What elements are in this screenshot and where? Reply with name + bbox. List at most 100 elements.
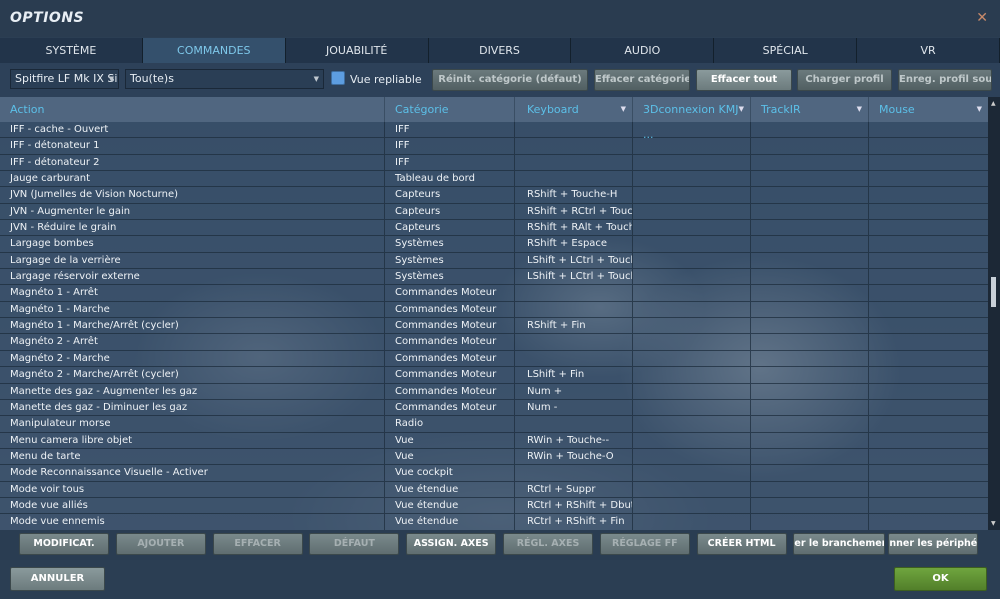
cell-trackir[interactable]: [751, 448, 869, 465]
vertical-scrollbar[interactable]: ▲ ▼: [988, 97, 1000, 530]
cell-action[interactable]: Magnéto 2 - Marche: [0, 350, 385, 367]
clear-category-button[interactable]: Effacer catégorie: [594, 69, 690, 91]
table-row[interactable]: Magnéto 1 - Marche Commandes Moteur: [0, 301, 988, 319]
default-button[interactable]: DÉFAUT: [309, 533, 400, 555]
cell-category[interactable]: Commandes Moteur: [385, 399, 515, 416]
cell-action[interactable]: Mode Reconnaissance Visuelle - Activer: [0, 465, 385, 481]
cell-3dconnexion[interactable]: [633, 432, 751, 448]
column-header-3dconnexion[interactable]: 3Dconnexion KMJ ... ▼: [633, 97, 751, 141]
column-header-mouse[interactable]: Mouse ▼: [869, 97, 988, 122]
cell-action[interactable]: Magnéto 1 - Marche: [0, 301, 385, 318]
category-filter-select[interactable]: Tou(te)s ▼: [125, 69, 324, 89]
add-button[interactable]: AJOUTER: [115, 533, 206, 555]
cell-category[interactable]: IFF: [385, 138, 515, 154]
table-row[interactable]: Magnéto 1 - Arrêt Commandes Moteur: [0, 285, 988, 302]
cancel-button[interactable]: ANNULER: [10, 567, 105, 591]
tab-special[interactable]: SPÉCIAL: [714, 38, 858, 63]
cell-action[interactable]: Magnéto 2 - Marche/Arrêt (cycler): [0, 367, 385, 383]
cell-trackir[interactable]: [751, 220, 869, 236]
cell-3dconnexion[interactable]: [633, 252, 751, 269]
cell-mouse[interactable]: [869, 285, 988, 300]
cell-category[interactable]: Commandes Moteur: [385, 334, 515, 350]
column-header-category[interactable]: Catégorie: [385, 97, 515, 122]
cell-trackir[interactable]: [751, 318, 869, 334]
tab-systeme[interactable]: SYSTÈME: [0, 38, 143, 63]
cell-mouse[interactable]: [869, 138, 988, 153]
table-row[interactable]: Mode vue alliés Vue étendue RCtrl + RShift…: [0, 497, 988, 515]
cell-keyboard[interactable]: [515, 350, 633, 367]
cell-3dconnexion[interactable]: [633, 285, 751, 301]
cell-category[interactable]: Commandes Moteur: [385, 350, 515, 367]
tab-vr[interactable]: VR: [857, 38, 1000, 63]
cell-action[interactable]: Menu de tarte: [0, 448, 385, 465]
scrollbar-thumb[interactable]: [991, 277, 996, 307]
cell-category[interactable]: IFF: [385, 122, 515, 138]
cell-category[interactable]: Vue: [385, 432, 515, 448]
cell-action[interactable]: Magnéto 1 - Marche/Arrêt (cycler): [0, 318, 385, 334]
cell-mouse[interactable]: [869, 334, 988, 349]
cell-category[interactable]: Commandes Moteur: [385, 318, 515, 334]
cell-mouse[interactable]: [869, 498, 988, 513]
close-icon[interactable]: ✕: [976, 10, 988, 26]
cell-3dconnexion[interactable]: [633, 399, 751, 416]
cell-category[interactable]: Vue étendue: [385, 514, 515, 530]
cell-category[interactable]: Tableau de bord: [385, 171, 515, 187]
cell-mouse[interactable]: [869, 171, 988, 186]
cell-keyboard[interactable]: RCtrl + RShift + Dbut: [515, 497, 633, 514]
cell-3dconnexion[interactable]: [633, 269, 751, 285]
cell-action[interactable]: IFF - détonateur 2: [0, 154, 385, 171]
scroll-up-icon[interactable]: ▲: [991, 100, 996, 107]
cell-3dconnexion[interactable]: [633, 497, 751, 514]
table-row[interactable]: IFF - détonateur 1 IFF: [0, 138, 988, 155]
cell-action[interactable]: JVN - Augmenter le gain: [0, 203, 385, 220]
cell-category[interactable]: Radio: [385, 416, 515, 432]
cell-3dconnexion[interactable]: [633, 416, 751, 432]
table-row[interactable]: Largage réservoir externe Systèmes LShift …: [0, 269, 988, 286]
cell-mouse[interactable]: [869, 236, 988, 251]
cell-3dconnexion[interactable]: [633, 481, 751, 497]
table-row[interactable]: JVN - Réduire le grain Capteurs RShift + R…: [0, 220, 988, 237]
column-header-trackir[interactable]: TrackIR ▼: [751, 97, 869, 122]
cell-action[interactable]: JVN (Jumelles de Vision Nocturne): [0, 187, 385, 203]
cell-category[interactable]: Systèmes: [385, 236, 515, 252]
assign-axes-button[interactable]: ASSIGN. AXES: [406, 533, 497, 555]
cell-keyboard[interactable]: RShift + Fin: [515, 318, 633, 334]
cell-3dconnexion[interactable]: [633, 448, 751, 465]
cell-action[interactable]: Magnéto 1 - Arrêt: [0, 285, 385, 301]
cell-action[interactable]: IFF - détonateur 1: [0, 138, 385, 154]
cell-action[interactable]: Jauge carburant: [0, 171, 385, 187]
table-row[interactable]: Manipulateur morse Radio: [0, 416, 988, 433]
tab-audio[interactable]: AUDIO: [571, 38, 715, 63]
cell-trackir[interactable]: [751, 367, 869, 383]
cell-mouse[interactable]: [869, 302, 988, 317]
ok-button[interactable]: OK: [894, 567, 987, 591]
cell-trackir[interactable]: [751, 154, 869, 171]
cell-keyboard[interactable]: [515, 171, 633, 187]
table-row[interactable]: IFF - cache - Ouvert IFF: [0, 122, 988, 139]
cell-category[interactable]: Capteurs: [385, 220, 515, 236]
cell-mouse[interactable]: [869, 514, 988, 529]
cell-3dconnexion[interactable]: [633, 465, 751, 481]
tab-jouabilite[interactable]: JOUABILITÉ: [285, 38, 429, 63]
cell-keyboard[interactable]: Num +: [515, 383, 633, 399]
load-profile-button[interactable]: Charger profil: [797, 69, 892, 91]
save-profile-as-button[interactable]: Enreg. profil sous: [898, 69, 992, 91]
cell-mouse[interactable]: [869, 122, 988, 137]
cell-3dconnexion[interactable]: [633, 301, 751, 318]
cell-trackir[interactable]: [751, 432, 869, 448]
cell-3dconnexion[interactable]: [633, 154, 751, 171]
cell-category[interactable]: Systèmes: [385, 269, 515, 285]
cell-category[interactable]: Commandes Moteur: [385, 301, 515, 318]
cell-keyboard[interactable]: RWin + Touche--: [515, 432, 633, 448]
cell-3dconnexion[interactable]: [633, 187, 751, 203]
cell-keyboard[interactable]: RShift + RCtrl + Touche: [515, 203, 633, 220]
column-header-keyboard[interactable]: Keyboard ▼: [515, 97, 633, 122]
cell-3dconnexion[interactable]: [633, 334, 751, 350]
tune-axes-button[interactable]: RÉGL. AXES: [503, 533, 593, 555]
cell-keyboard[interactable]: RWin + Touche-O: [515, 448, 633, 465]
cell-keyboard[interactable]: RShift + Espace: [515, 236, 633, 252]
cell-keyboard[interactable]: RShift + RAlt + Touche: [515, 220, 633, 236]
cell-action[interactable]: Mode voir tous: [0, 481, 385, 497]
cell-mouse[interactable]: [869, 220, 988, 235]
cell-mouse[interactable]: [869, 416, 988, 431]
